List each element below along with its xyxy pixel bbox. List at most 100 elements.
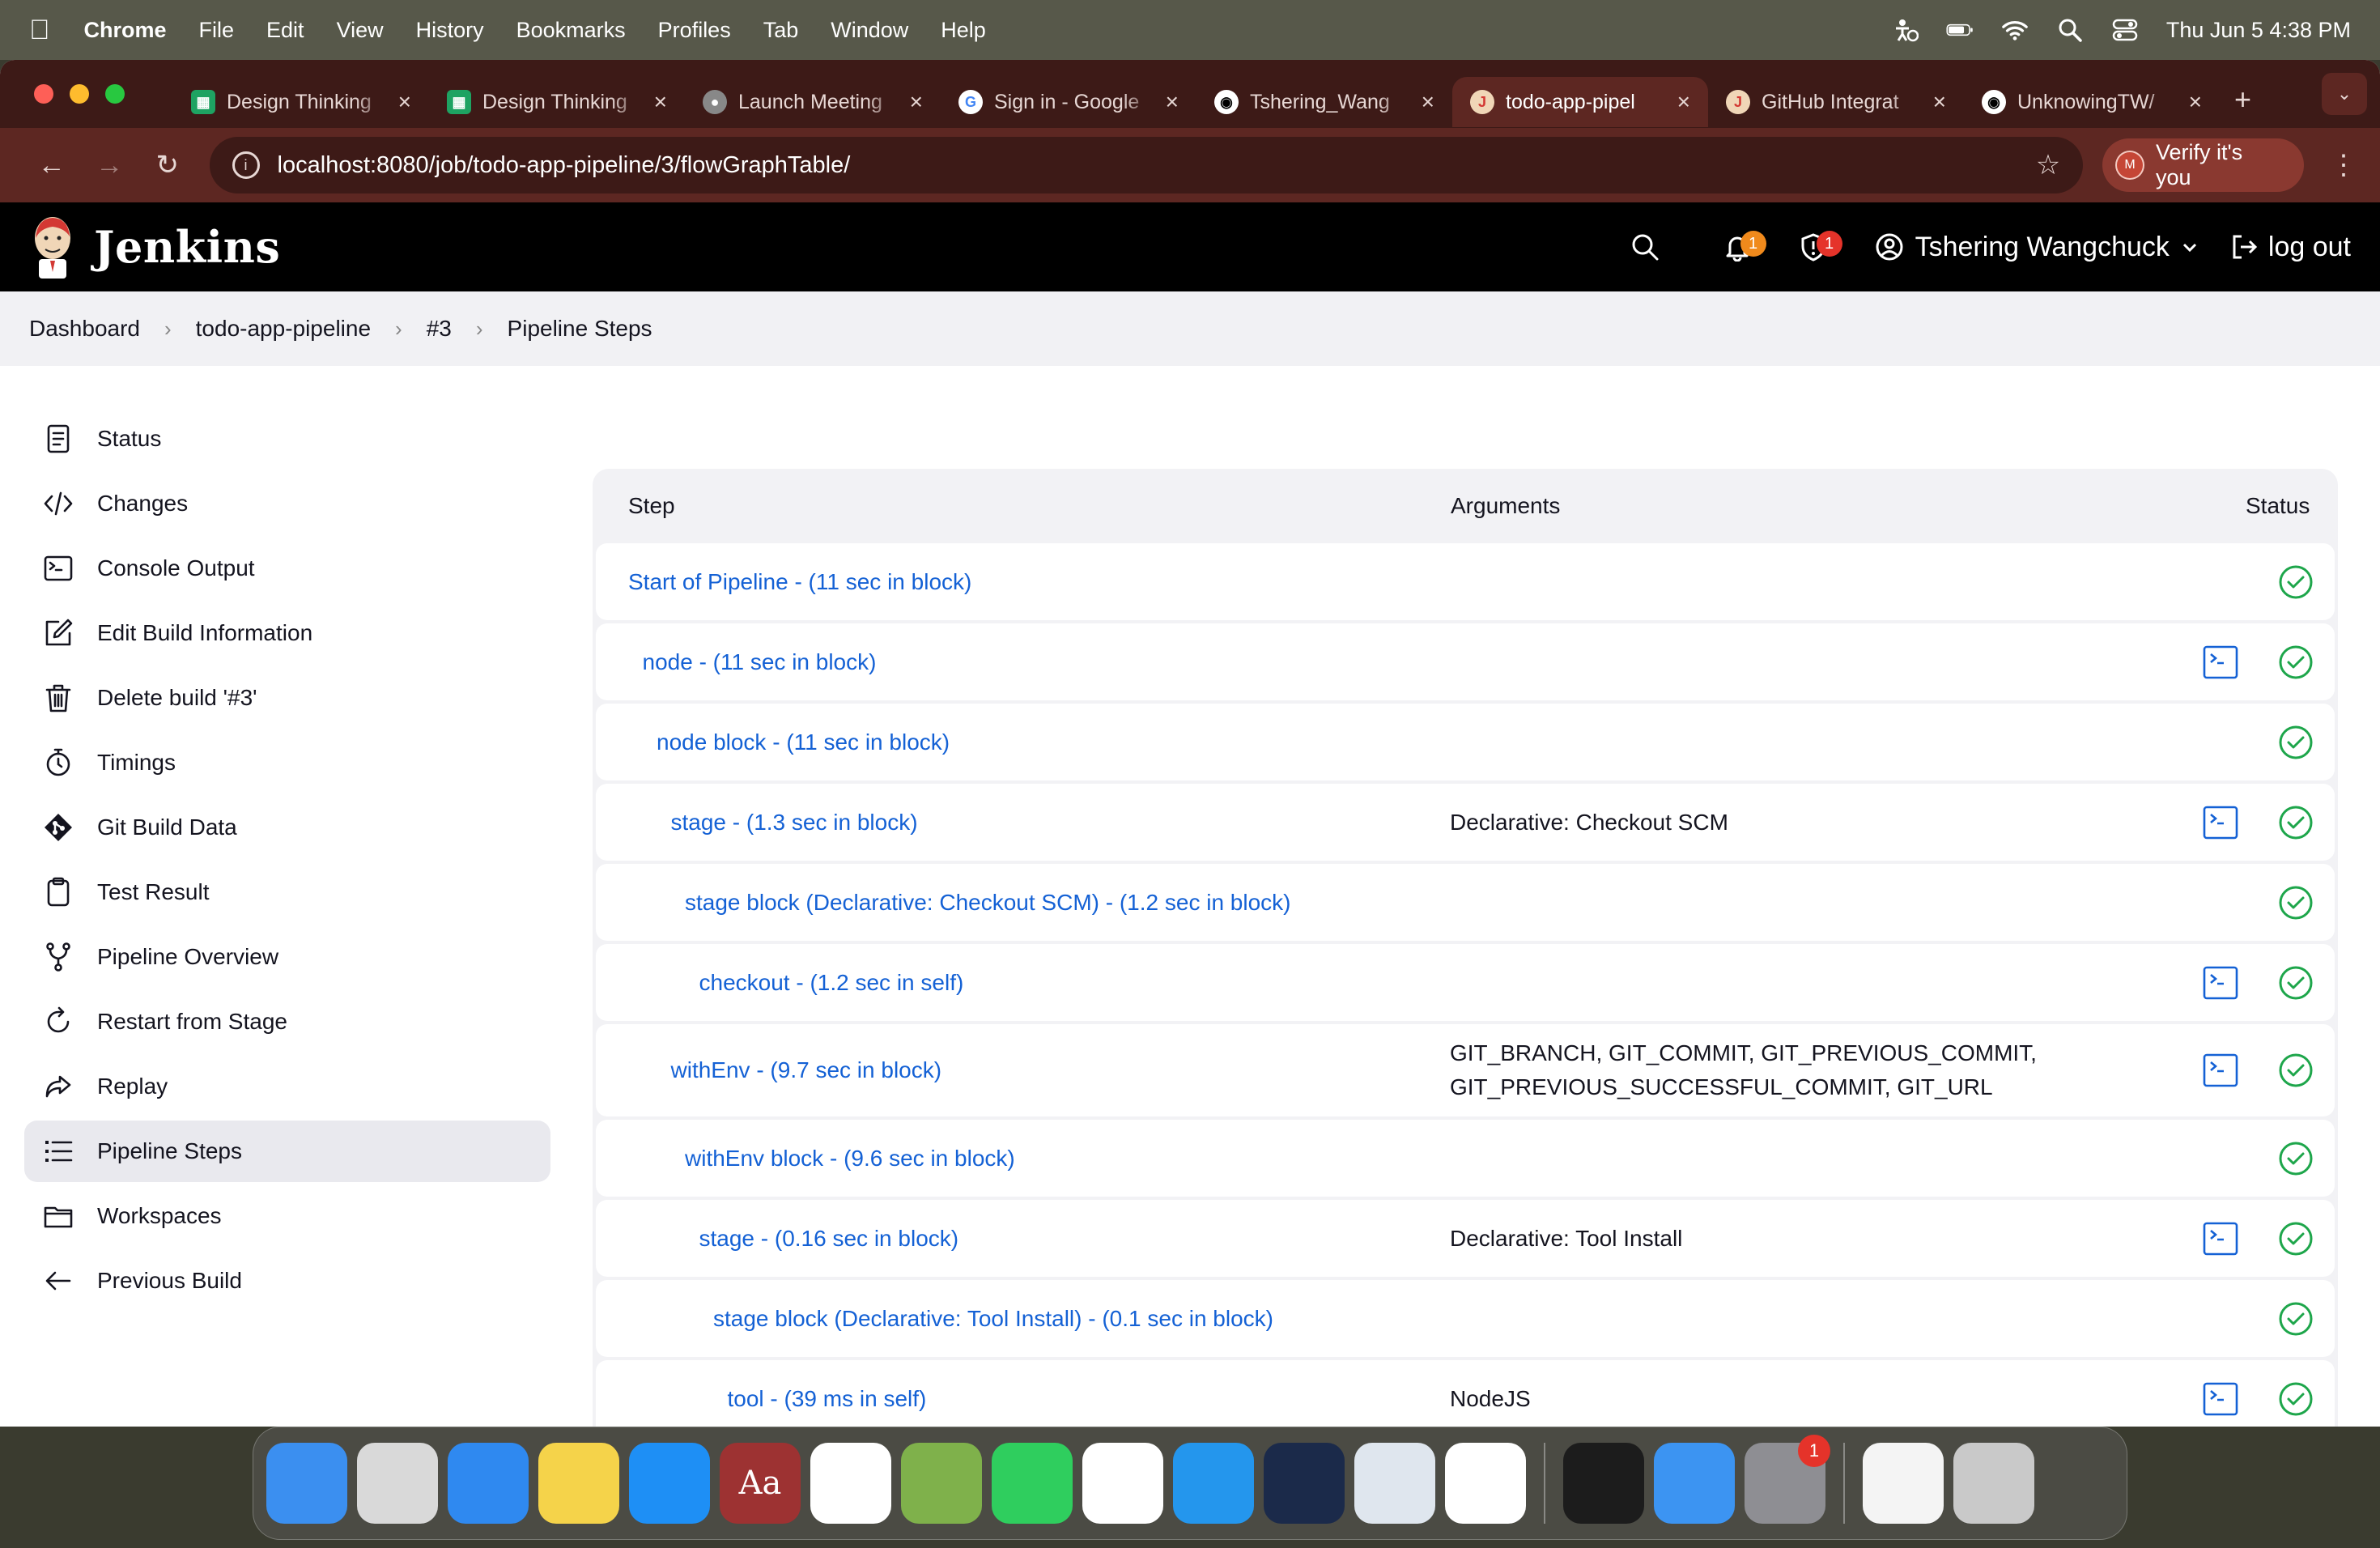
spotlight-search-icon[interactable] <box>2056 18 2084 42</box>
dictionary-icon[interactable]: Aa <box>720 1443 801 1524</box>
finder-icon[interactable] <box>266 1443 347 1524</box>
step-link[interactable]: tool - (39 ms in self) <box>596 1386 1450 1412</box>
postgres-icon[interactable] <box>1354 1443 1435 1524</box>
menu-window[interactable]: Window <box>831 18 908 43</box>
console-output-icon[interactable] <box>2202 1052 2239 1089</box>
launchpad-icon[interactable] <box>357 1443 438 1524</box>
menu-app-name[interactable]: Chrome <box>84 18 167 43</box>
browser-tab[interactable]: ◉ Tshering_Wang × <box>1196 77 1452 127</box>
sidebar-item-timings[interactable]: Timings <box>24 732 550 793</box>
address-bar[interactable]: i localhost:8080/job/todo-app-pipeline/3… <box>209 137 2084 194</box>
security-button[interactable]: 1 <box>1799 231 1842 262</box>
sidebar-item-git-build-data[interactable]: Git Build Data <box>24 797 550 858</box>
breadcrumb-item[interactable]: #3 <box>427 316 452 342</box>
trash-bin-icon[interactable] <box>1953 1443 2034 1524</box>
browser-tab[interactable]: G Sign in - Google × <box>941 77 1196 127</box>
menu-help[interactable]: Help <box>941 18 986 43</box>
back-button[interactable]: ← <box>23 150 81 181</box>
clock[interactable]: Thu Jun 5 4:38 PM <box>2166 18 2351 43</box>
zoom-window-button[interactable] <box>105 84 125 104</box>
url-text[interactable]: localhost:8080/job/todo-app-pipeline/3/f… <box>278 152 851 179</box>
battery-icon[interactable] <box>1946 18 1974 42</box>
whatsapp-icon[interactable] <box>992 1443 1073 1524</box>
sidebar-item-pipeline-steps[interactable]: Pipeline Steps <box>24 1121 550 1182</box>
step-link[interactable]: Start of Pipeline - (11 sec in block) <box>596 569 1450 595</box>
step-link[interactable]: node block - (11 sec in block) <box>596 729 1450 755</box>
breadcrumb-item[interactable]: todo-app-pipeline <box>196 316 371 342</box>
forward-button[interactable]: → <box>81 150 139 181</box>
breadcrumb-item[interactable]: Pipeline Steps <box>508 316 652 342</box>
chrome-icon[interactable] <box>1082 1443 1163 1524</box>
search-icon[interactable] <box>1630 232 1660 262</box>
app-store-icon[interactable] <box>629 1443 710 1524</box>
browser-tab[interactable]: J GitHub Integrat × <box>1708 77 1964 127</box>
sidebar-item-delete-build-3[interactable]: Delete build '#3' <box>24 667 550 729</box>
control-center-icon[interactable] <box>2111 18 2139 42</box>
console-output-icon[interactable] <box>2202 964 2239 1002</box>
new-tab-button[interactable]: + <box>2234 83 2251 117</box>
close-tab-icon[interactable]: × <box>2189 89 2202 115</box>
browser-tab[interactable]: ▦ Design Thinking × <box>429 77 685 127</box>
close-tab-icon[interactable]: × <box>1166 89 1179 115</box>
console-output-icon[interactable] <box>2202 644 2239 681</box>
terminal-app-icon[interactable] <box>1563 1443 1644 1524</box>
console-output-icon[interactable] <box>2202 1380 2239 1418</box>
vscode-icon[interactable] <box>810 1443 891 1524</box>
close-tab-icon[interactable]: × <box>654 89 667 115</box>
apple-icon[interactable]:  <box>29 15 50 46</box>
accessibility-icon[interactable] <box>1891 18 1919 42</box>
mail-icon[interactable] <box>1654 1443 1735 1524</box>
sidebar-item-replay[interactable]: Replay <box>24 1056 550 1117</box>
docker-icon[interactable] <box>1173 1443 1254 1524</box>
step-link[interactable]: withEnv block - (9.6 sec in block) <box>596 1146 1450 1172</box>
step-link[interactable]: stage block (Declarative: Tool Install) … <box>596 1306 1450 1332</box>
chrome-menu-icon[interactable]: ⋮ <box>2330 149 2357 181</box>
close-tab-icon[interactable]: × <box>910 89 923 115</box>
sidebar-item-workspaces[interactable]: Workspaces <box>24 1185 550 1247</box>
slack-icon[interactable] <box>1445 1443 1526 1524</box>
menu-bookmarks[interactable]: Bookmarks <box>516 18 626 43</box>
browser-tab[interactable]: Jtodo-app-pipel × <box>1452 77 1708 127</box>
sidebar-item-pipeline-overview[interactable]: Pipeline Overview <box>24 926 550 988</box>
menu-profiles[interactable]: Profiles <box>658 18 731 43</box>
console-output-icon[interactable] <box>2202 804 2239 841</box>
step-link[interactable]: stage - (1.3 sec in block) <box>596 810 1450 836</box>
menu-view[interactable]: View <box>337 18 384 43</box>
browser-tab[interactable]: ▦ Design Thinking × <box>173 77 429 127</box>
browser-tab[interactable]: ◉ UnknowingTW/ × <box>1964 77 2220 127</box>
close-tab-icon[interactable]: × <box>1422 89 1434 115</box>
jenkins-logo[interactable] <box>29 214 76 280</box>
close-tab-icon[interactable]: × <box>1933 89 1946 115</box>
notes-icon[interactable] <box>538 1443 619 1524</box>
safari-icon[interactable] <box>448 1443 529 1524</box>
network-icon[interactable] <box>901 1443 982 1524</box>
react-file-icon[interactable] <box>1863 1443 1944 1524</box>
logout-link[interactable]: log out <box>2229 232 2351 263</box>
sidebar-item-changes[interactable]: Changes <box>24 473 550 534</box>
wifi-icon[interactable] <box>2001 18 2029 42</box>
jenkins-title[interactable]: Jenkins <box>94 221 280 273</box>
system-settings-icon[interactable]: 1 <box>1745 1435 1830 1524</box>
reload-button[interactable]: ↻ <box>138 149 197 181</box>
sidebar-item-test-result[interactable]: Test Result <box>24 861 550 923</box>
close-tab-icon[interactable]: × <box>398 89 411 115</box>
sidebar-item-restart-from-stage[interactable]: Restart from Stage <box>24 991 550 1053</box>
sidebar-item-previous-build[interactable]: Previous Build <box>24 1250 550 1312</box>
user-menu[interactable]: Tshering Wangchuck <box>1875 232 2199 263</box>
verify-identity-button[interactable]: M Verify it's you <box>2102 138 2304 192</box>
sidebar-item-status[interactable]: Status <box>24 408 550 470</box>
step-link[interactable]: stage block (Declarative: Checkout SCM) … <box>596 890 1450 916</box>
menu-file[interactable]: File <box>199 18 235 43</box>
menu-edit[interactable]: Edit <box>266 18 304 43</box>
menu-tab[interactable]: Tab <box>763 18 799 43</box>
menu-history[interactable]: History <box>416 18 484 43</box>
console-output-icon[interactable] <box>2202 1220 2239 1257</box>
step-link[interactable]: node - (11 sec in block) <box>596 649 1450 675</box>
sidebar-item-edit-build-information[interactable]: Edit Build Information <box>24 602 550 664</box>
close-window-button[interactable] <box>34 84 53 104</box>
breadcrumb-item[interactable]: Dashboard <box>29 316 140 342</box>
bookmark-star-icon[interactable]: ☆ <box>2036 149 2060 181</box>
tab-search-button[interactable]: ⌄ <box>2322 73 2367 115</box>
notifications-button[interactable]: 1 <box>1723 231 1766 262</box>
step-link[interactable]: checkout - (1.2 sec in self) <box>596 970 1450 996</box>
